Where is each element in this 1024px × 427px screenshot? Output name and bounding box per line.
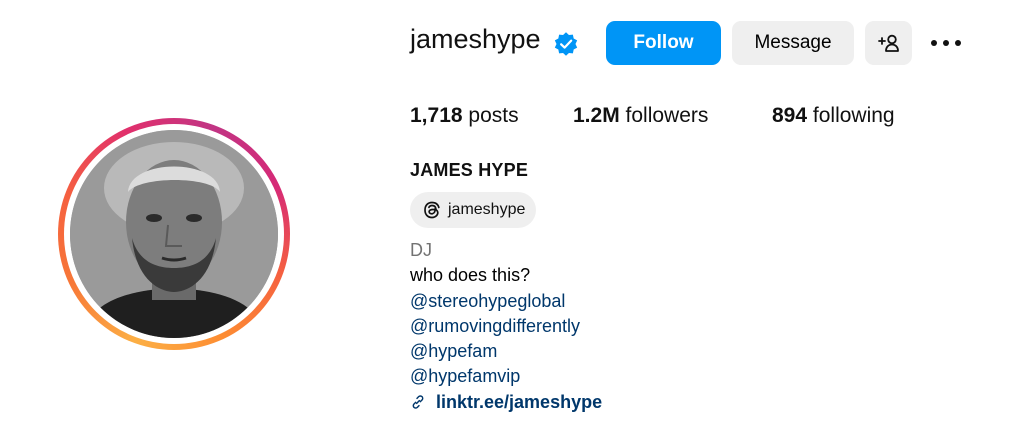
bio-external-link[interactable]: linktr.ee/jameshype [410, 390, 602, 415]
followers-count: 1.2M [573, 104, 620, 127]
profile-bio: DJ who does this? @stereohypeglobal @rum… [410, 238, 602, 415]
bio-mention-stereohypeglobal[interactable]: @stereohypeglobal [410, 289, 602, 314]
message-button[interactable]: Message [732, 21, 854, 65]
threads-icon [424, 201, 440, 219]
avatar-portrait [70, 130, 278, 338]
story-ring[interactable] [58, 118, 290, 350]
posts-stat: 1,718 posts [410, 104, 519, 128]
follow-button[interactable]: Follow [606, 21, 721, 65]
following-stat[interactable]: 894 following [772, 104, 895, 128]
avatar[interactable] [70, 130, 278, 338]
threads-handle: jameshype [448, 201, 526, 218]
link-icon [412, 395, 424, 410]
followers-label: followers [625, 104, 709, 127]
profile-username: jameshype [410, 24, 541, 54]
following-label: following [812, 104, 895, 127]
bio-category: DJ [410, 240, 432, 260]
bio-link-text[interactable]: linktr.ee/jameshype [436, 390, 602, 415]
suggested-accounts-button[interactable] [865, 21, 912, 65]
verified-badge-icon [554, 32, 578, 56]
more-options-button[interactable] [928, 28, 964, 58]
bio-mention-hypefam[interactable]: @hypefam [410, 339, 602, 364]
posts-label: posts [468, 104, 519, 127]
bio-mention-hypefamvip[interactable]: @hypefamvip [410, 364, 602, 389]
followers-stat[interactable]: 1.2M followers [573, 104, 708, 128]
avatar-border [64, 124, 284, 344]
add-person-icon [877, 34, 899, 52]
following-count: 894 [772, 104, 808, 127]
posts-count: 1,718 [410, 104, 463, 127]
profile-full-name: JAMES HYPE [410, 160, 529, 180]
threads-badge[interactable]: jameshype [410, 192, 536, 228]
bio-text: who does this? [410, 265, 531, 286]
more-options-icon [931, 40, 961, 46]
bio-mention-rumovingdifferently[interactable]: @rumovingdifferently [410, 314, 602, 339]
